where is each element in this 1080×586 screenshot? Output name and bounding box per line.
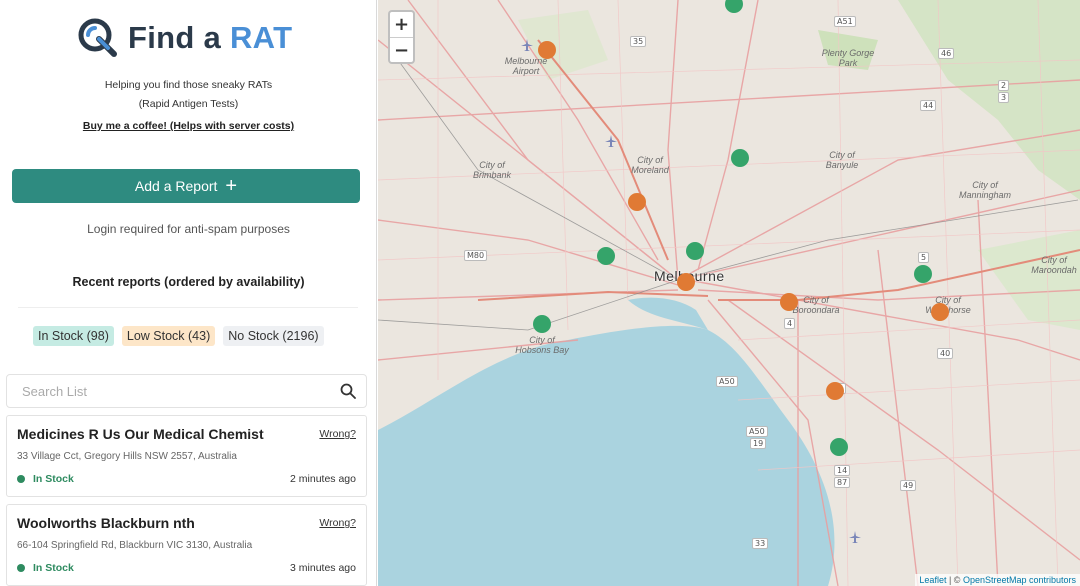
- stock-marker[interactable]: [538, 41, 556, 59]
- route-shield: 33: [752, 538, 769, 549]
- zoom-out-button[interactable]: −: [390, 37, 413, 62]
- map-label-banyule: City of Banyule: [825, 150, 859, 170]
- sidebar: Find a RAT Helping you find those sneaky…: [0, 0, 377, 586]
- report-address: 33 Village Cct, Gregory Hills NSW 2557, …: [17, 451, 237, 462]
- map-label-airport: Melbourne Airport: [504, 56, 548, 76]
- osm-link[interactable]: OpenStreetMap contributors: [963, 575, 1076, 585]
- report-store-name: Woolworths Blackburn nth: [17, 515, 195, 531]
- map-label-manningham: City of Manningham: [958, 180, 1012, 200]
- report-time: 2 minutes ago: [290, 473, 356, 485]
- plus-icon: +: [225, 175, 238, 197]
- map-label-brimbank: City of Brimbank: [472, 160, 511, 180]
- app-root: Find a RAT Helping you find those sneaky…: [0, 0, 1080, 586]
- route-shield: 35: [630, 36, 647, 47]
- in-stock-dot-icon: [17, 564, 25, 572]
- report-wrong-link[interactable]: Wrong?: [319, 428, 356, 440]
- stock-marker[interactable]: [931, 303, 949, 321]
- route-shield: 2: [998, 80, 1010, 91]
- map-label-moreland: City of Moreland: [631, 155, 669, 175]
- stock-marker[interactable]: [826, 382, 844, 400]
- route-shield: 3: [998, 92, 1010, 103]
- report-store-name: Medicines R Us Our Medical Chemist: [17, 426, 264, 442]
- airport-icon: [605, 135, 617, 147]
- route-shield: 87: [834, 477, 851, 488]
- tagline-sub: (Rapid Antigen Tests): [138, 98, 239, 110]
- stock-filters: In Stock (98) Low Stock (43) No Stock (2…: [33, 326, 324, 346]
- report-status-label: In Stock: [33, 473, 74, 485]
- route-shield: 49: [900, 480, 917, 491]
- route-shield: 44: [920, 100, 937, 111]
- stock-marker[interactable]: [780, 293, 798, 311]
- map-label-hobsons-bay: City of Hobsons Bay: [515, 335, 569, 355]
- recent-reports-title: Recent reports (ordered by availability): [72, 275, 305, 289]
- route-shield: 19: [750, 438, 767, 449]
- route-shield: 5: [918, 252, 930, 263]
- route-shield: A50: [746, 426, 768, 437]
- route-shield: 14: [834, 465, 851, 476]
- stock-marker[interactable]: [686, 242, 704, 260]
- route-shield: M80: [464, 250, 488, 261]
- brand-name-part2: RAT: [230, 20, 293, 55]
- map[interactable]: + − Melbourne Airport City of Brimbank C…: [378, 0, 1080, 586]
- filter-in-stock[interactable]: In Stock (98): [33, 326, 114, 346]
- report-status: In Stock: [17, 562, 74, 574]
- add-report-button[interactable]: Add a Report +: [12, 169, 360, 203]
- map-attribution: Leaflet | © OpenStreetMap contributors: [915, 574, 1080, 586]
- login-note: Login required for anti-spam purposes: [87, 222, 290, 236]
- report-card[interactable]: Woolworths Blackburn nth Wrong? 66-104 S…: [6, 504, 367, 586]
- divider: [18, 307, 358, 308]
- search-input[interactable]: [20, 382, 320, 400]
- route-shield: A51: [834, 16, 856, 27]
- search-icon[interactable]: [340, 383, 356, 399]
- stock-marker[interactable]: [677, 273, 695, 291]
- route-shield: A50: [716, 376, 738, 387]
- add-report-label: Add a Report: [134, 178, 218, 194]
- stock-marker[interactable]: [914, 265, 932, 283]
- stock-marker[interactable]: [533, 315, 551, 333]
- brand-name: Find a RAT: [128, 20, 292, 56]
- filter-no-stock[interactable]: No Stock (2196): [223, 326, 324, 346]
- in-stock-dot-icon: [17, 475, 25, 483]
- route-shield: 40: [937, 348, 954, 359]
- logo: Find a RAT: [76, 16, 292, 60]
- stock-marker[interactable]: [731, 149, 749, 167]
- search-box: [6, 374, 367, 408]
- map-label-plenty-gorge: Plenty Gorge Park: [821, 48, 875, 68]
- buy-me-coffee-link[interactable]: Buy me a coffee! (Helps with server cost…: [0, 120, 377, 132]
- stock-marker[interactable]: [597, 247, 615, 265]
- report-status: In Stock: [17, 473, 74, 485]
- zoom-control: + −: [388, 10, 415, 64]
- leaflet-link[interactable]: Leaflet: [919, 575, 946, 585]
- brand-name-part1: Find a: [128, 20, 230, 55]
- filter-low-stock[interactable]: Low Stock (43): [121, 326, 216, 346]
- map-label-maroondah: City of Maroondah: [1031, 255, 1077, 275]
- report-card[interactable]: Medicines R Us Our Medical Chemist Wrong…: [6, 415, 367, 497]
- report-status-label: In Stock: [33, 562, 74, 574]
- route-shield: 46: [938, 48, 955, 59]
- stock-marker[interactable]: [628, 193, 646, 211]
- report-wrong-link[interactable]: Wrong?: [319, 517, 356, 529]
- attribution-separator: | ©: [946, 575, 963, 585]
- airport-icon: [849, 531, 861, 543]
- airport-icon: [521, 39, 533, 51]
- map-tiles: [378, 0, 1080, 586]
- magnifier-logo-icon: [78, 18, 117, 57]
- tagline: Helping you find those sneaky RATs: [104, 79, 273, 91]
- report-time: 3 minutes ago: [290, 562, 356, 574]
- report-address: 66-104 Springfield Rd, Blackburn VIC 313…: [17, 540, 253, 551]
- stock-marker[interactable]: [830, 438, 848, 456]
- zoom-in-button[interactable]: +: [390, 12, 413, 37]
- route-shield: 4: [784, 318, 796, 329]
